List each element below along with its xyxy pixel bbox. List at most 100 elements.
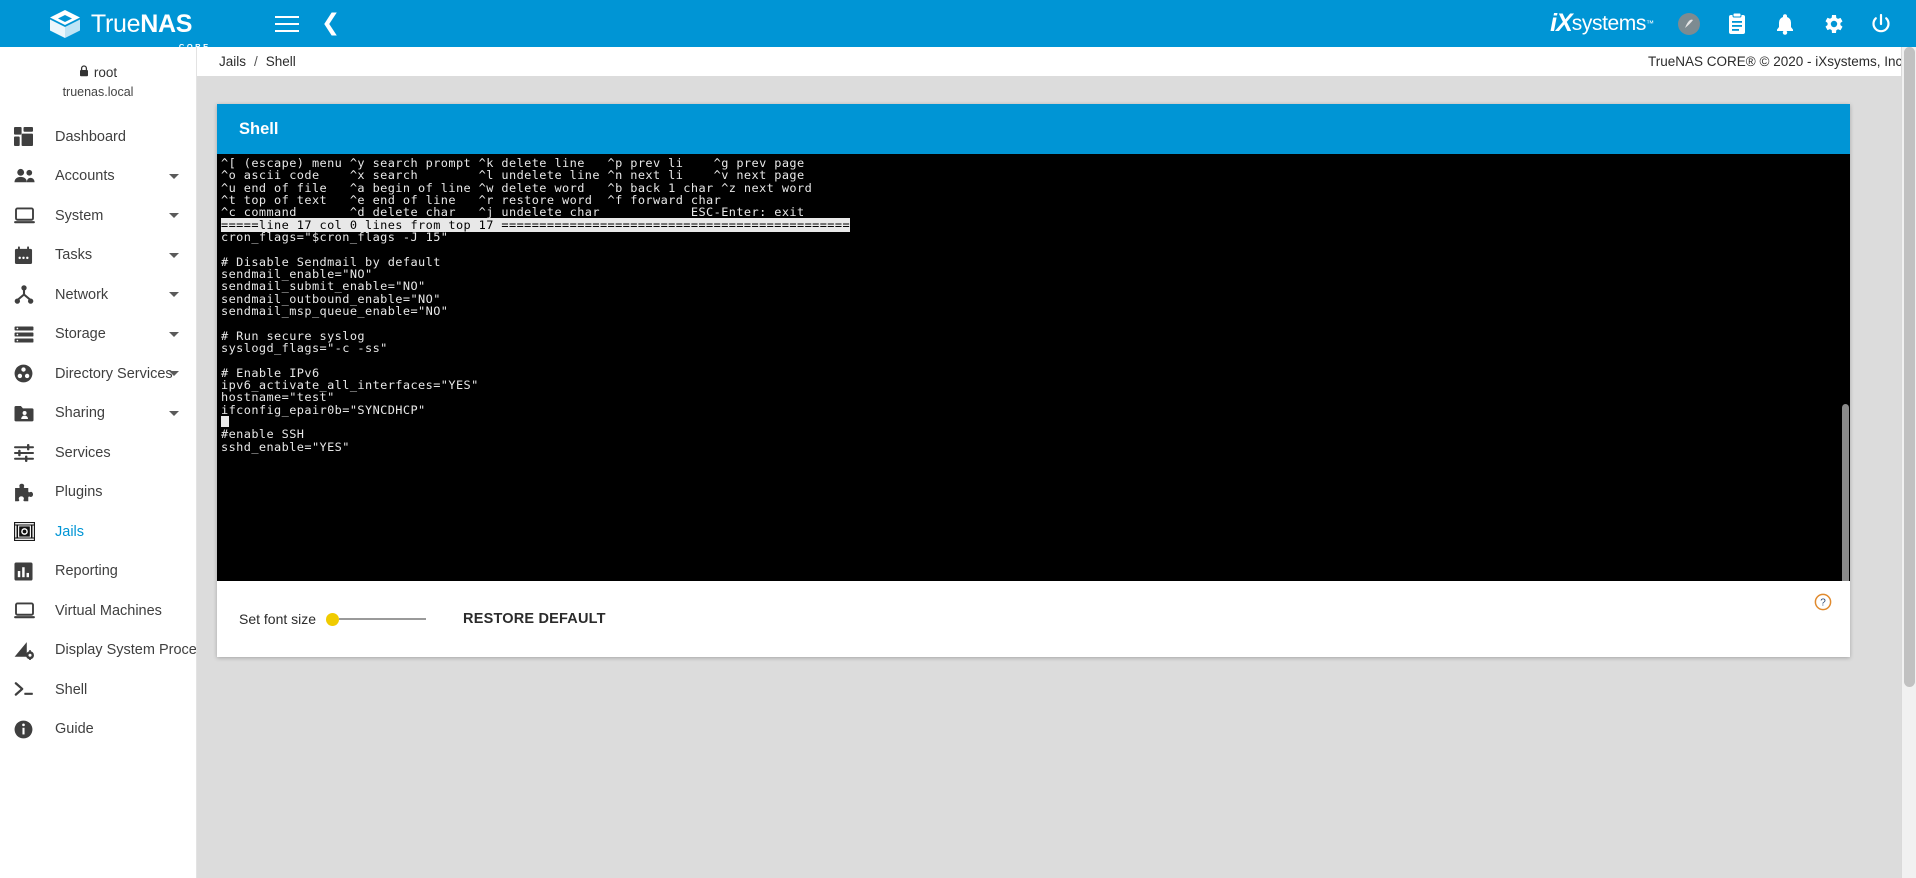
lock-icon (79, 65, 89, 80)
directory-icon (14, 363, 40, 385)
network-icon (14, 284, 40, 306)
shell-card-header: Shell (217, 104, 1850, 154)
sidebar-item-label: Guide (55, 721, 94, 738)
restore-default-button[interactable]: RESTORE DEFAULT (463, 611, 606, 627)
page-scrollbar[interactable] (1901, 47, 1916, 878)
sidebar-item-label: Reporting (55, 563, 118, 580)
sidebar-item-label: Plugins (55, 484, 103, 501)
bar-chart-icon (14, 560, 40, 582)
sidebar-item-label: Display System Processes (55, 642, 197, 659)
sidebar-item-display-system-processes[interactable]: Display System Processes (0, 631, 196, 671)
sidebar-item-system[interactable]: System (0, 196, 196, 236)
chevron-down-icon[interactable] (169, 371, 179, 377)
calendar-icon (14, 244, 40, 266)
gear-icon[interactable] (1820, 11, 1846, 37)
chevron-down-icon[interactable] (169, 252, 179, 258)
font-size-slider-track[interactable] (339, 618, 427, 620)
chevron-down-icon[interactable] (169, 331, 179, 337)
top-bar: TrueNAS CORE ❮ iXsystems™ (0, 0, 1916, 51)
brand-true-text: True (90, 10, 141, 38)
terminal-icon (14, 679, 40, 701)
sidebar-hostname: truenas.local (62, 85, 134, 99)
breadcrumb-current: Shell (265, 54, 296, 69)
sidebar-item-sharing[interactable]: Sharing (0, 394, 196, 434)
hamburger-icon[interactable] (275, 11, 301, 37)
font-size-label: Set font size (239, 611, 317, 627)
font-size-slider-knob[interactable] (326, 612, 340, 626)
truenas-app-window: TrueNAS CORE ❮ iXsystems™ (0, 0, 1916, 878)
sidebar-nav: Dashboard Accounts System Tasks Network Stora… (0, 117, 196, 749)
sidebar-item-label: System (55, 207, 104, 224)
jobs-icon[interactable] (1676, 11, 1702, 37)
terminal-scrollbar-thumb[interactable] (1842, 404, 1849, 581)
sidebar-item-label: Shell (55, 681, 88, 698)
jail-icon (14, 521, 40, 543)
sidebar-item-label: Directory Services (55, 365, 173, 382)
truenas-cube-logo-icon (49, 9, 80, 38)
storage-icon (14, 323, 40, 345)
sidebar-item-network[interactable]: Network (0, 275, 196, 315)
sidebar-item-services[interactable]: Services (0, 433, 196, 473)
sidebar-item-jails[interactable]: Jails (0, 512, 196, 552)
sidebar-item-storage[interactable]: Storage (0, 315, 196, 355)
sidebar-item-accounts[interactable]: Accounts (0, 157, 196, 197)
breadcrumb-parent[interactable]: Jails (219, 54, 246, 69)
sidebar-item-label: Storage (55, 326, 106, 343)
shell-card: Shell ^[ (escape) menu ^y search prompt … (217, 104, 1850, 657)
sidebar: root truenas.local Dashboard Accounts Syst… (0, 47, 197, 878)
top-bar-actions: iX systems ™ (1550, 9, 1916, 38)
sidebar-item-label: Network (55, 286, 109, 303)
tasks-clipboard-icon[interactable] (1724, 11, 1750, 37)
sidebar-item-label: Sharing (55, 405, 105, 422)
sidebar-item-label: Tasks (55, 247, 93, 264)
sidebar-username: root (93, 65, 118, 80)
terminal-scrollbar[interactable] (1841, 154, 1850, 581)
sidebar-item-label: Services (55, 444, 111, 461)
bell-icon[interactable] (1772, 11, 1798, 37)
sliders-icon (14, 442, 40, 464)
chevron-down-icon[interactable] (169, 213, 179, 219)
shell-card-footer: Set font size RESTORE DEFAULT ? (217, 581, 1850, 657)
sidebar-item-tasks[interactable]: Tasks (0, 236, 196, 276)
processes-icon (14, 639, 40, 661)
breadcrumb-separator: / (254, 54, 258, 69)
sidebar-item-plugins[interactable]: Plugins (0, 473, 196, 513)
chevron-left-icon[interactable]: ❮ (321, 12, 340, 35)
sidebar-item-guide[interactable]: Guide (0, 710, 196, 750)
ixsystems-tm-text: ™ (1646, 19, 1654, 28)
sidebar-item-label: Virtual Machines (55, 602, 162, 619)
power-icon[interactable] (1868, 11, 1894, 37)
chevron-down-icon[interactable] (169, 410, 179, 416)
content-area: Shell ^[ (escape) menu ^y search prompt … (197, 76, 1916, 878)
ixsystems-logo: iX systems ™ (1550, 9, 1654, 38)
people-icon (14, 165, 40, 187)
breadcrumb-bar: Jails / Shell TrueNAS CORE® © 2020 - iXs… (197, 47, 1916, 76)
svg-text:?: ? (1820, 598, 1826, 609)
brand-nas-text: NAS (140, 10, 193, 38)
brand-logo-area[interactable]: TrueNAS CORE (0, 0, 240, 51)
help-circle-icon[interactable]: ? (1814, 593, 1832, 611)
font-size-slider[interactable] (326, 612, 427, 626)
terminal-output[interactable]: ^[ (escape) menu ^y search prompt ^k del… (217, 154, 1850, 581)
laptop-icon (14, 600, 40, 622)
chevron-down-icon[interactable] (169, 173, 179, 179)
laptop-icon (14, 205, 40, 227)
ixsystems-mark-text: iX (1550, 9, 1573, 37)
copyright-text: TrueNAS CORE® © 2020 - iXsystems, Inc. (1648, 54, 1906, 69)
puzzle-icon (14, 481, 40, 503)
shell-card-title: Shell (239, 119, 279, 138)
sidebar-item-directory-services[interactable]: Directory Services (0, 354, 196, 394)
terminal-container[interactable]: ^[ (escape) menu ^y search prompt ^k del… (217, 154, 1850, 581)
info-icon (14, 718, 40, 740)
sidebar-item-dashboard[interactable]: Dashboard (0, 117, 196, 157)
sidebar-item-label: Accounts (55, 168, 115, 185)
sidebar-item-shell[interactable]: Shell (0, 670, 196, 710)
dashboard-icon (14, 126, 40, 148)
folder-share-icon (14, 402, 40, 424)
chevron-down-icon[interactable] (169, 292, 179, 298)
page-scrollbar-thumb[interactable] (1904, 47, 1915, 687)
sidebar-item-virtual-machines[interactable]: Virtual Machines (0, 591, 196, 631)
ixsystems-word-text: systems (1571, 11, 1647, 35)
sidebar-item-label: Dashboard (55, 128, 126, 145)
sidebar-item-reporting[interactable]: Reporting (0, 552, 196, 592)
